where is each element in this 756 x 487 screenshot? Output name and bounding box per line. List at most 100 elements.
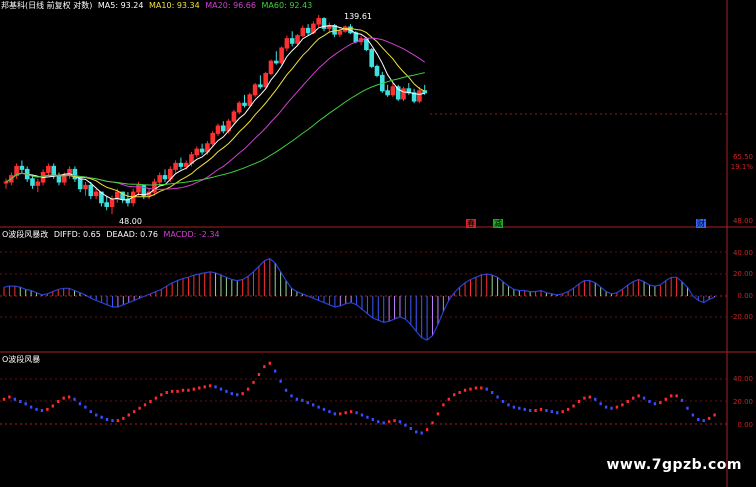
axis-label-p2-2: 20.00 [732,270,753,278]
indicator-dot [317,405,320,409]
indicator-dot [485,387,488,391]
indicator-dot [539,407,543,411]
low-price-label: 48.00 [119,217,142,226]
indicator-dot [572,404,575,408]
indicator-dot [534,409,537,412]
panel3-title: O波段风暴 [2,355,41,364]
candle-body [231,111,237,122]
chart-canvas [0,0,756,487]
indicator-dot [246,387,250,391]
candle-body [51,165,57,177]
indicator-dot [132,410,136,414]
indicator-dot [170,389,174,393]
candle-body [104,202,110,207]
candle-body [157,175,162,183]
indicator-dot [398,420,402,424]
candle-body [162,175,168,180]
indicator-dot [295,397,299,401]
indicator-dot [653,402,657,406]
candle-body [369,49,374,67]
indicator-dot [382,421,385,425]
indicator-dot [490,391,494,394]
indicator-dot [377,420,380,424]
indicator-dot [84,405,87,409]
indicator-dot [588,395,592,399]
indicator-dot [420,431,423,435]
indicator-dot [621,403,624,407]
candle-body [77,178,83,190]
candle-body [35,181,41,186]
indicator-dot [57,400,60,403]
indicator-dot [387,420,391,424]
indicator-dot [181,388,185,392]
indicator-dot [257,373,261,376]
candle-body [268,60,274,75]
indicator-dot [290,394,293,398]
indicator-dot [268,361,271,365]
candle-body [374,65,380,76]
indicator-dot [556,411,559,415]
candle-body [390,86,396,96]
marker-reduce[interactable]: 减 [493,219,503,228]
candle-body [83,184,88,190]
candle-body [300,27,306,37]
indicator-dot [545,409,548,412]
indicator-dot [512,405,516,409]
indicator-dot [284,388,288,392]
axis-label-p2-1: 40.00 [732,249,753,257]
axis-label-p1-3: 48.00 [732,217,753,225]
axis-label-p1-2: 19.1% [730,163,753,171]
indicator-dot [594,397,597,401]
indicator-dot [46,407,49,411]
indicator-dot [425,428,429,432]
candle-body [173,162,178,170]
indicator-dot [642,396,646,400]
indicator-dot [203,385,206,389]
indicator-dot [241,392,244,396]
indicator-dot [349,410,353,414]
candle-body [194,148,200,156]
indicator-dot [360,413,364,417]
indicator-dot [29,405,33,409]
indicator-dot [442,403,445,407]
panel2-title: O波段风暴改 [2,230,49,239]
indicator-dot [436,412,440,416]
indicator-dot [192,387,196,391]
marker-finance[interactable]: 财 [696,219,706,228]
indicator-dot [154,396,158,400]
candle-body [221,125,226,132]
candle-body [178,162,184,167]
indicator-dot [105,418,109,421]
indicator-dot [67,395,71,399]
marker-spring[interactable]: 春 [466,219,476,228]
indicator-dot [208,384,212,388]
indicator-dot [230,392,234,396]
indicator-dot [51,404,55,408]
indicator-dot [219,387,223,391]
indicator-dot [626,400,629,403]
indicator-dot [697,418,700,421]
indicator-dot [577,400,581,403]
ma60-line [5,72,425,186]
indicator-dot [474,386,478,390]
dot-indicator-panel [2,361,716,435]
indicator-dot [8,395,11,399]
indicator-dot [566,407,570,411]
axis-label-p2-3: 0.00 [737,292,753,300]
indicator-dot [35,407,38,411]
indicator-dot [344,411,347,415]
indicator-dot [528,409,532,412]
candle-body [183,162,189,167]
indicator-dot [675,394,678,398]
axis-label-p3-1: 40.00 [732,375,753,383]
candle-body [305,27,311,34]
indicator-dot [691,413,695,417]
panel2-header: O波段风暴改 DIFFD: 0.65 DEAAD: 0.76 MACDD: -2… [2,230,220,240]
indicator-dot [415,430,418,434]
candlestick-panel [3,15,427,215]
indicator-dot [95,413,98,417]
indicator-dot [301,398,304,402]
indicator-dot [507,403,510,407]
indicator-dot [496,395,499,399]
ma5-line [5,25,425,201]
